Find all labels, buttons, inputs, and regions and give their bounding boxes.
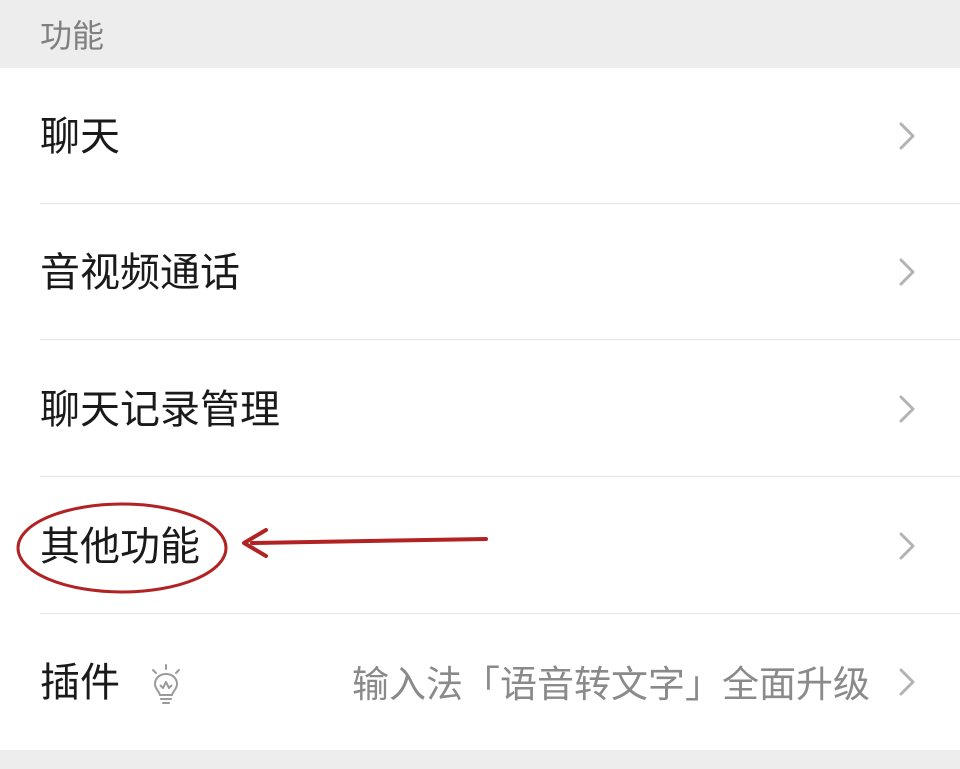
row-label-chat: 聊天 [40, 114, 120, 160]
chevron-right-icon [899, 668, 915, 696]
section-title: 功能 [40, 17, 105, 55]
row-label-other-functions: 其他功能 [40, 524, 200, 570]
lightbulb-icon [152, 664, 180, 704]
row-label-plugins: 插件 [40, 660, 120, 706]
bottom-section-gap [0, 750, 960, 769]
row-plugins[interactable]: 插件 输入法「语音转文字」全面升级 [0, 614, 960, 750]
divider [40, 476, 960, 477]
row-audio-video-call[interactable]: 音视频通话 [0, 204, 960, 340]
row-label-chat-history-management: 聊天记录管理 [40, 387, 280, 433]
chevron-right-icon [899, 258, 915, 286]
chevron-right-icon [899, 122, 915, 150]
divider [40, 339, 960, 340]
row-label-audio-video-call: 音视频通话 [40, 250, 240, 296]
chevron-right-icon [899, 395, 915, 423]
chevron-right-icon [899, 532, 915, 560]
section-header: 功能 [0, 0, 960, 68]
row-other-functions[interactable]: 其他功能 [0, 478, 960, 614]
settings-list: 聊天 音视频通话 聊天记录管理 其他功能 插件 输入法「语音转文字」全面升级 [0, 68, 960, 750]
row-chat-history-management[interactable]: 聊天记录管理 [0, 341, 960, 477]
row-chat[interactable]: 聊天 [0, 68, 960, 204]
plugin-promo-text: 输入法「语音转文字」全面升级 [352, 663, 870, 706]
